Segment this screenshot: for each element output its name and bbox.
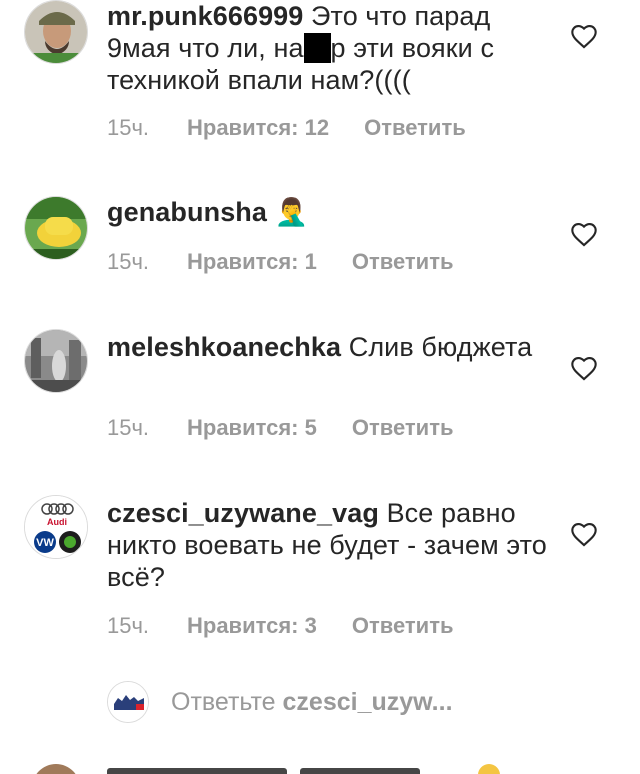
comment-username[interactable]: meleshkoanechka — [107, 332, 341, 362]
heart-outline-icon[interactable] — [570, 221, 598, 247]
reply-prompt-prefix: Ответьте — [171, 687, 283, 716]
comment-time: 15ч. — [107, 115, 150, 140]
comment-time: 15ч. — [107, 249, 150, 274]
svg-text:VW: VW — [36, 537, 54, 549]
reply-prompt[interactable]: Ответьте czesci_uzyw... — [107, 680, 453, 724]
heart-outline-icon[interactable] — [570, 355, 598, 381]
comment-time: 15ч. — [107, 415, 150, 440]
likes-count[interactable]: Нравится: 3 — [187, 613, 317, 639]
heart-outline-icon[interactable] — [570, 23, 598, 49]
comment-text: czesci_uzywane_vag Все равно никто воева… — [107, 497, 547, 593]
avatar-genabunsha[interactable] — [24, 196, 88, 260]
avatar-mr-punk[interactable] — [24, 0, 88, 64]
current-user-logo — [108, 682, 148, 722]
reply-button[interactable]: Ответить — [352, 613, 454, 639]
avatar-meleshkoanechka[interactable] — [24, 329, 88, 393]
comment-text: genabunsha 🤦‍♂️ — [107, 196, 547, 228]
likes-count[interactable]: Нравится: 1 — [187, 249, 317, 275]
comment-meta: 15ч. Нравится: 12 Ответить — [107, 115, 466, 141]
likes-count[interactable]: Нравится: 12 — [187, 115, 329, 141]
comment-username[interactable]: czesci_uzywane_vag — [107, 498, 379, 528]
next-comment-partial — [0, 758, 640, 774]
avatar-photo — [25, 1, 87, 63]
comment-username[interactable]: genabunsha — [107, 197, 267, 227]
avatar-logos: Audi VW — [25, 496, 87, 558]
reply-button[interactable]: Ответить — [364, 115, 466, 141]
comment-text: mr.punk666999 Это что парад 9мая что ли,… — [107, 0, 547, 96]
current-user-avatar — [107, 681, 149, 723]
reply-button[interactable]: Ответить — [352, 249, 454, 275]
comment-meta: 15ч. Нравится: 5 Ответить — [107, 415, 454, 441]
next-comment-text-partial-2 — [300, 768, 420, 774]
comment-body: 🤦‍♂️ — [267, 197, 309, 227]
next-comment-avatar-partial — [32, 764, 80, 774]
audi-logo-text: Audi — [47, 517, 67, 527]
comment-time: 15ч. — [107, 613, 150, 638]
comment-body: Слив бюджета — [341, 332, 533, 362]
likes-count[interactable]: Нравится: 5 — [187, 415, 317, 441]
next-comment-emoji-partial — [478, 764, 500, 774]
comment-meta: 15ч. Нравится: 3 Ответить — [107, 613, 454, 639]
reply-button[interactable]: Ответить — [352, 415, 454, 441]
avatar-photo — [25, 197, 87, 259]
avatar-czesci-uzywane-vag[interactable]: Audi VW — [24, 495, 88, 559]
reply-prompt-text[interactable]: Ответьте czesci_uzyw... — [171, 688, 453, 717]
heart-outline-icon[interactable] — [570, 521, 598, 547]
reply-prompt-user: czesci_uzyw... — [282, 687, 453, 716]
censored-block: ху — [303, 33, 331, 63]
comment-meta: 15ч. Нравится: 1 Ответить — [107, 249, 454, 275]
avatar-photo — [25, 330, 87, 392]
next-comment-text-partial — [107, 768, 287, 774]
comment-username[interactable]: mr.punk666999 — [107, 1, 303, 31]
comment-text: meleshkoanechka Слив бюджета — [107, 331, 547, 363]
